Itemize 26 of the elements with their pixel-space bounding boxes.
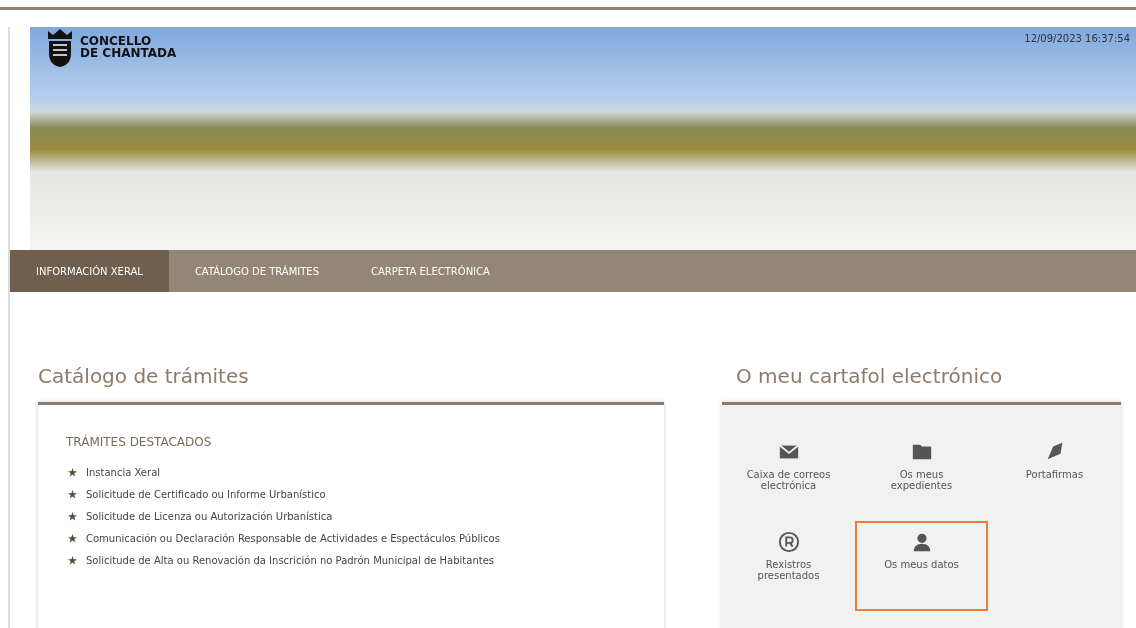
date-time: 12/09/2023 16:37:54 xyxy=(1024,33,1130,44)
section-title: O meu cartafol electrónico xyxy=(736,364,1004,388)
section-title: Catálogo de trámites xyxy=(38,364,250,388)
folder-tile[interactable]: Portafirmas xyxy=(988,431,1121,521)
procedure-link[interactable]: Solicitude de Licenza ou Autorización Urbanística xyxy=(86,511,333,522)
folder-tile[interactable]: Os meus datos xyxy=(855,521,988,611)
folder-tile[interactable]: Caixa de correos electrónica xyxy=(722,431,855,521)
star-icon xyxy=(68,490,77,499)
nav-tab[interactable]: CATÁLOGO DE TRÁMITES xyxy=(168,250,346,292)
folder-tile[interactable]: Rexistros presentados xyxy=(722,521,855,611)
nav-tab[interactable]: INFORMACIÓN XERAL xyxy=(10,250,169,292)
logo-text: DE CHANTADA xyxy=(80,47,177,59)
folder-tile[interactable]: Os meus expedientes xyxy=(855,431,988,521)
coat-of-arms-icon xyxy=(46,27,74,67)
procedure-link[interactable]: Solicitude de Alta ou Renovación da Inscrición no Padrón Municipal de Habitantes xyxy=(86,555,495,566)
star-icon xyxy=(68,534,77,543)
procedure-link[interactable]: Comunicación ou Declaración Responsable de Actividades e Espectáculos Públicos xyxy=(86,533,500,544)
procedure-link[interactable]: Instancia Xeral xyxy=(86,467,161,478)
logo-text: CONCELLO xyxy=(80,35,153,47)
subsection-title: TRÁMITES DESTACADOS xyxy=(65,433,213,449)
star-icon xyxy=(68,556,77,565)
procedure-link[interactable]: Solicitude de Certificado ou Informe Urbanístico xyxy=(86,489,326,500)
star-icon xyxy=(68,468,77,477)
nav-tab[interactable]: CARPETA ELECTRÓNICA xyxy=(345,250,516,292)
registered-icon xyxy=(777,531,800,553)
star-icon xyxy=(68,512,77,521)
